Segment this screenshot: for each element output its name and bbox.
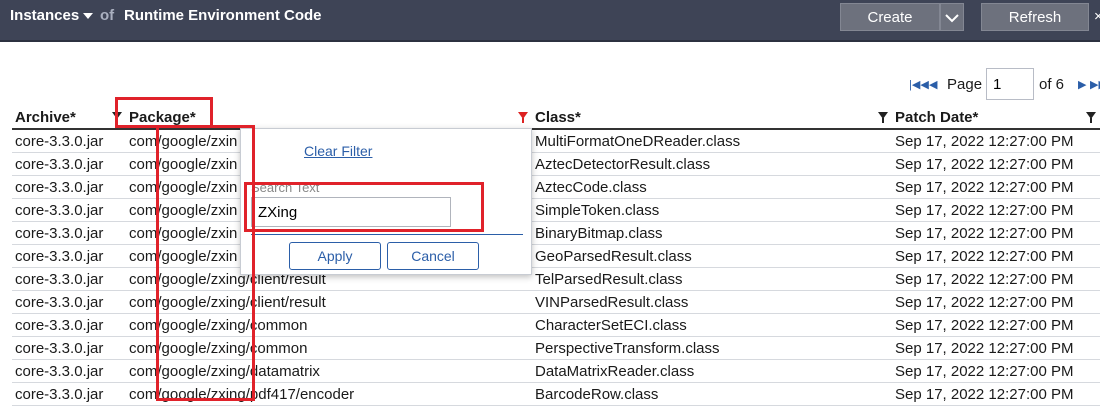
package-cell: com/google/zxing/common	[126, 313, 532, 337]
of-label: of	[100, 7, 115, 24]
next-page-icon[interactable]: ▶	[1078, 78, 1086, 91]
filter-active-icon[interactable]	[518, 112, 528, 123]
patch-date-cell: Sep 17, 2022 12:27:00 PM	[892, 129, 1100, 153]
patch-date-cell: Sep 17, 2022 12:27:00 PM	[892, 313, 1100, 337]
page-title: Runtime Environment Code	[124, 7, 322, 24]
class-cell: AztecCode.class	[532, 175, 892, 199]
filter-popup: Clear Filter Search Text Apply Cancel	[240, 128, 532, 275]
class-cell: AztecDetectorResult.class	[532, 152, 892, 176]
patch-date-cell: Sep 17, 2022 12:27:00 PM	[892, 382, 1100, 406]
prev-page-icon[interactable]: ◀	[929, 78, 937, 91]
filter-icon[interactable]	[1086, 112, 1096, 123]
package-cell: com/google/zxing/pdf417/encoder	[126, 382, 532, 406]
patch-date-cell: Sep 17, 2022 12:27:00 PM	[892, 267, 1100, 291]
package-cell: com/google/zxing/client/result	[126, 290, 532, 314]
patch-date-cell: Sep 17, 2022 12:27:00 PM	[892, 290, 1100, 314]
class-cell: PerspectiveTransform.class	[532, 336, 892, 360]
archive-cell: core-3.3.0.jar	[12, 221, 126, 245]
archive-cell: core-3.3.0.jar	[12, 152, 126, 176]
table-row[interactable]: core-3.3.0.jar com/google/zxin BinaryBitma…	[12, 221, 1100, 245]
archive-cell: core-3.3.0.jar	[12, 359, 126, 383]
refresh-button[interactable]: Refresh	[981, 3, 1089, 31]
patch-date-cell: Sep 17, 2022 12:27:00 PM	[892, 221, 1100, 245]
instances-menu[interactable]: Instances	[10, 7, 94, 24]
search-text-label: Search Text	[251, 180, 320, 195]
chevron-down-icon	[83, 13, 94, 20]
patch-date-cell: Sep 17, 2022 12:27:00 PM	[892, 244, 1100, 268]
table-row[interactable]: core-3.3.0.jar com/google/zxin AztecCode.c…	[12, 175, 1100, 199]
filter-icon[interactable]	[112, 112, 122, 123]
table-row[interactable]: core-3.3.0.jar com/google/zxing/pdf417/en…	[12, 382, 1100, 406]
class-cell: BinaryBitmap.class	[532, 221, 892, 245]
column-header-label: Patch Date*	[895, 109, 979, 126]
page-label: Page	[947, 76, 983, 93]
page-total: of 6	[1039, 76, 1065, 93]
top-bar: Instances of Runtime Environment Code Cr…	[0, 0, 1100, 42]
table-row[interactable]: core-3.3.0.jar com/google/zxin MultiFormat…	[12, 129, 1100, 153]
table-row[interactable]: core-3.3.0.jar com/google/zxin AztecDetect…	[12, 152, 1100, 176]
class-cell: VINParsedResult.class	[532, 290, 892, 314]
package-cell: com/google/zxing/common	[126, 336, 532, 360]
archive-cell: core-3.3.0.jar	[12, 382, 126, 406]
search-text-input[interactable]	[251, 197, 451, 227]
table-row[interactable]: core-3.3.0.jar com/google/zxing/datamatri…	[12, 359, 1100, 383]
chevron-down-icon	[945, 14, 959, 23]
column-header-label: Archive*	[15, 109, 76, 126]
archive-cell: core-3.3.0.jar	[12, 290, 126, 314]
table-row[interactable]: core-3.3.0.jar com/google/zxin GeoParsedRe…	[12, 244, 1100, 268]
instances-label: Instances	[10, 7, 80, 24]
table-row[interactable]: core-3.3.0.jar com/google/zxing/common Cha…	[12, 313, 1100, 337]
table-header-row: Archive* Package* Class* Patch Date*	[12, 107, 1100, 130]
class-cell: CharacterSetECI.class	[532, 313, 892, 337]
column-header-patch-date[interactable]: Patch Date*	[892, 107, 1100, 130]
archive-cell: core-3.3.0.jar	[12, 267, 126, 291]
column-header-label: Class*	[535, 109, 581, 126]
create-button[interactable]: Create	[840, 3, 940, 31]
column-header-class[interactable]: Class*	[532, 107, 892, 130]
archive-cell: core-3.3.0.jar	[12, 129, 126, 153]
last-page-icon[interactable]: ▶▶	[1090, 78, 1100, 91]
patch-date-cell: Sep 17, 2022 12:27:00 PM	[892, 336, 1100, 360]
page-number-input[interactable]	[986, 68, 1034, 100]
class-cell: GeoParsedResult.class	[532, 244, 892, 268]
create-dropdown-button[interactable]	[940, 3, 964, 31]
class-cell: SimpleToken.class	[532, 198, 892, 222]
class-cell: TelParsedResult.class	[532, 267, 892, 291]
patch-date-cell: Sep 17, 2022 12:27:00 PM	[892, 175, 1100, 199]
patch-date-cell: Sep 17, 2022 12:27:00 PM	[892, 198, 1100, 222]
table-row[interactable]: core-3.3.0.jar com/google/zxing/client/re…	[12, 290, 1100, 314]
class-cell: DataMatrixReader.class	[532, 359, 892, 383]
column-header-archive[interactable]: Archive*	[12, 107, 126, 130]
divider	[251, 234, 523, 235]
table-row[interactable]: core-3.3.0.jar com/google/zxing/client/re…	[12, 267, 1100, 291]
archive-cell: core-3.3.0.jar	[12, 175, 126, 199]
column-header-label: Package*	[129, 109, 196, 126]
patch-date-cell: Sep 17, 2022 12:27:00 PM	[892, 359, 1100, 383]
archive-cell: core-3.3.0.jar	[12, 244, 126, 268]
class-cell: MultiFormatOneDReader.class	[532, 129, 892, 153]
archive-cell: core-3.3.0.jar	[12, 336, 126, 360]
results-table: Archive* Package* Class* Patch Date* cor…	[12, 107, 1100, 406]
apply-button[interactable]: Apply	[289, 242, 381, 270]
cancel-button[interactable]: Cancel	[387, 242, 479, 270]
table-row[interactable]: core-3.3.0.jar com/google/zxin SimpleToken…	[12, 198, 1100, 222]
archive-cell: core-3.3.0.jar	[12, 313, 126, 337]
close-icon[interactable]: ×	[1094, 8, 1100, 25]
class-cell: BarcodeRow.class	[532, 382, 892, 406]
package-cell: com/google/zxing/datamatrix	[126, 359, 532, 383]
archive-cell: core-3.3.0.jar	[12, 198, 126, 222]
table-row[interactable]: core-3.3.0.jar com/google/zxing/common Per…	[12, 336, 1100, 360]
column-header-package[interactable]: Package*	[126, 107, 532, 130]
filter-icon[interactable]	[878, 112, 888, 123]
clear-filter-link[interactable]: Clear Filter	[304, 143, 372, 159]
first-page-icon[interactable]: |◀◀	[909, 78, 929, 91]
patch-date-cell: Sep 17, 2022 12:27:00 PM	[892, 152, 1100, 176]
